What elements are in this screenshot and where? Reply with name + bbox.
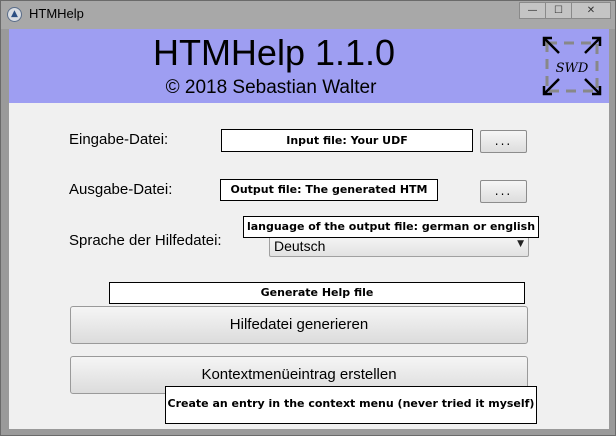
- chevron-down-icon[interactable]: ▼: [517, 239, 524, 249]
- language-selected-value: Deutsch: [274, 238, 326, 254]
- app-window: ▲ HTMHelp — ☐ ✕ HTMHelp 1.1.0 © 2018 Seb…: [0, 0, 616, 436]
- input-browse-button[interactable]: ...: [480, 130, 527, 153]
- generate-tooltip: Generate Help file: [109, 282, 525, 304]
- maximize-button[interactable]: ☐: [545, 2, 571, 19]
- close-button[interactable]: ✕: [571, 2, 611, 19]
- language-tooltip: language of the output file: german or e…: [243, 216, 539, 238]
- header-banner: HTMHelp 1.1.0 © 2018 Sebastian Walter SW…: [9, 29, 609, 103]
- output-browse-button[interactable]: ...: [480, 180, 527, 203]
- swd-logo-icon: SWD: [542, 36, 602, 96]
- output-file-label: Ausgabe-Datei:: [69, 181, 173, 198]
- input-file-field[interactable]: Input file: Your UDF: [221, 129, 473, 152]
- window-title: HTMHelp: [29, 6, 84, 21]
- generate-button[interactable]: Hilfedatei generieren: [70, 306, 528, 344]
- app-icon: ▲: [7, 7, 22, 22]
- app-title: HTMHelp 1.1.0: [152, 32, 396, 73]
- context-menu-tooltip: Create an entry in the context menu (nev…: [165, 386, 537, 424]
- minimize-button[interactable]: —: [519, 2, 545, 19]
- language-label: Sprache der Hilfedatei:: [69, 232, 222, 249]
- title-bar[interactable]: ▲ HTMHelp — ☐ ✕: [1, 1, 615, 29]
- client-area: HTMHelp 1.1.0 © 2018 Sebastian Walter SW…: [9, 29, 609, 429]
- output-file-field[interactable]: Output file: The generated HTM: [220, 179, 438, 201]
- copyright-text: © 2018 Sebastian Walter: [165, 77, 377, 98]
- logo-text: SWD: [556, 61, 589, 76]
- input-file-label: Eingabe-Datei:: [69, 131, 169, 148]
